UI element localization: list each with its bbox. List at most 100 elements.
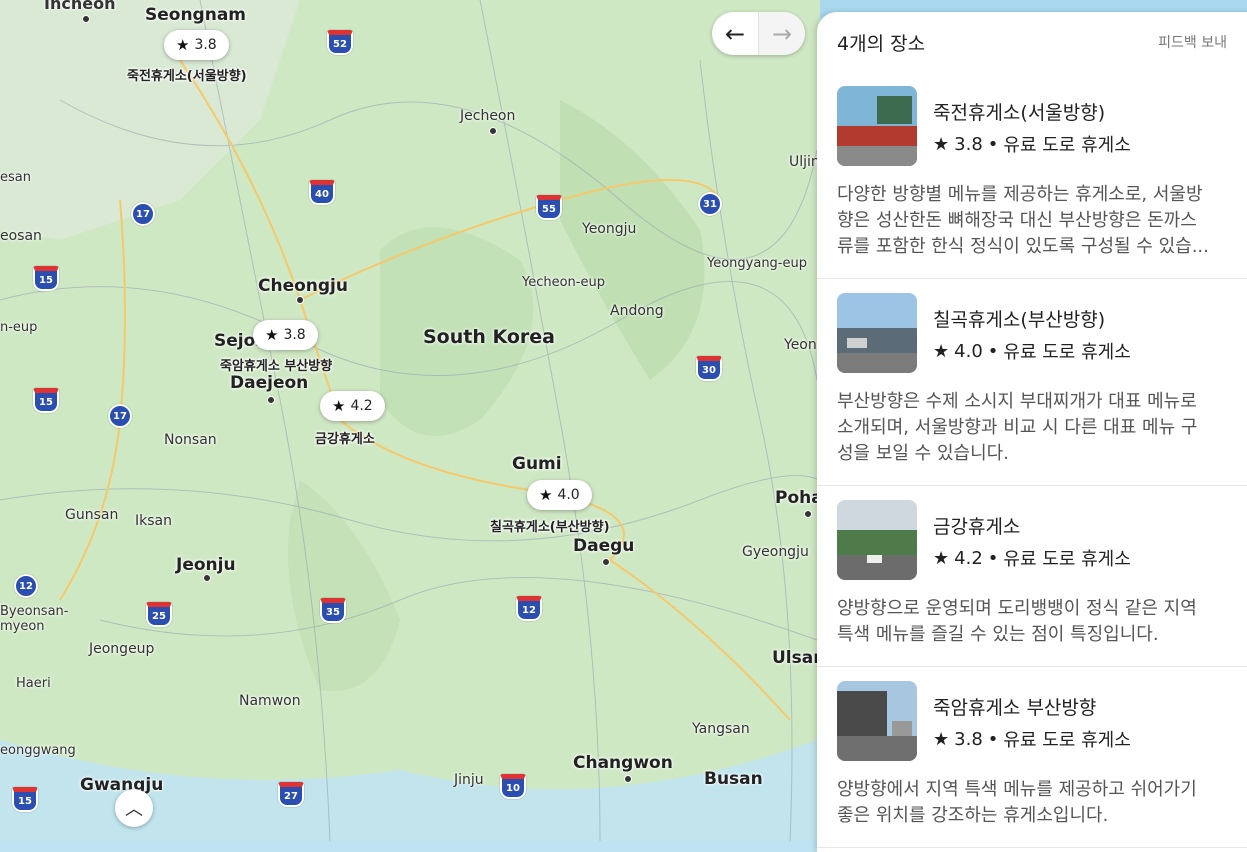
place-photo[interactable] [837, 681, 917, 761]
place-meta: ★ 3.8 • 유료 도로 휴게소 [933, 131, 1131, 157]
description-line: 부산방향은 수제 소시지 부대찌개가 대표 메뉴로 [837, 391, 1197, 412]
pin-label[interactable]: 금강휴게소 [315, 428, 375, 447]
place-meta: ★ 4.0 • 유료 도로 휴게소 [933, 338, 1131, 364]
separator: • [987, 340, 999, 362]
panel-header: 4개의 장소 피드백 보내 [817, 12, 1247, 72]
description-line: 다양한 방향별 메뉴를 제공하는 휴게소로, 서울방 [837, 184, 1203, 205]
map-navigation: ← → [712, 12, 805, 55]
city-label: Namwon [239, 693, 301, 709]
description-line: 양방향에서 지역 특색 메뉴를 제공하고 쉬어가기 [837, 779, 1197, 800]
city-label: Gumi [512, 454, 562, 474]
pin-rating: 3.8 [194, 37, 217, 53]
place-name[interactable]: 금강휴게소 [933, 512, 1131, 539]
place-category: 유료 도로 휴게소 [1003, 549, 1131, 570]
map-pin[interactable]: ★ 4.2 [320, 391, 385, 421]
star-icon: ★ [933, 547, 950, 569]
place-description: 양방향에서 지역 특색 메뉴를 제공하고 쉬어가기 좋은 위치를 강조하는 휴게… [837, 777, 1247, 829]
pin-rating: 3.8 [283, 327, 306, 343]
country-label: South Korea [423, 326, 556, 348]
city-label: Yecheon-eup [522, 275, 605, 290]
place-card[interactable]: 죽전휴게소(서울방향) ★ 3.8 • 유료 도로 휴게소 다양한 방향별 메뉴… [817, 72, 1247, 279]
city-label: Yangsan [692, 721, 750, 737]
place-photo[interactable] [837, 500, 917, 580]
pin-rating: 4.0 [557, 487, 580, 503]
place-photo[interactable] [837, 293, 917, 373]
place-category: 유료 도로 휴게소 [1003, 135, 1131, 156]
description-line: 소개되며, 서울방향과 비교 시 다른 대표 메뉴 구 [837, 417, 1198, 438]
description-line: 류를 포함한 한식 정식이 있도록 구성될 수 있습... [837, 236, 1209, 257]
separator: • [987, 728, 999, 750]
place-description: 양방향으로 운영되며 도리뱅뱅이 정식 같은 지역 특색 메뉴를 즐길 수 있는… [837, 596, 1247, 648]
map-pin[interactable]: ★ 4.0 [527, 480, 592, 510]
star-icon: ★ [265, 326, 279, 344]
place-card[interactable]: 칠곡휴게소(부산방향) ★ 4.0 • 유료 도로 휴게소 부산방향은 수제 소… [817, 279, 1247, 486]
star-icon: ★ [933, 728, 950, 750]
city-dot [804, 510, 812, 518]
place-name[interactable]: 죽전휴게소(서울방향) [933, 98, 1131, 125]
place-description: 다양한 방향별 메뉴를 제공하는 휴게소로, 서울방 향은 성산한돈 뼈해장국 … [837, 182, 1247, 260]
city-label: Uljin [789, 154, 820, 170]
city-label: Changwon [573, 753, 673, 773]
highway-shield: 40 [309, 180, 335, 205]
city-dot [602, 558, 610, 566]
pin-label[interactable]: 칠곡휴게소(부산방향) [490, 516, 610, 535]
highway-shield: 25 [146, 602, 172, 627]
place-card[interactable]: 죽암휴게소 부산방향 ★ 3.8 • 유료 도로 휴게소 양방향에서 지역 특색… [817, 667, 1247, 848]
city-label: Daejeon [230, 373, 309, 393]
highway-shield: 15 [12, 787, 38, 812]
city-dot [489, 127, 497, 135]
highway-shield: 15 [33, 388, 59, 413]
star-icon: ★ [176, 36, 190, 54]
city-label: Haeri [16, 676, 51, 691]
city-label: Byeonsan-myeon [0, 604, 69, 634]
city-label: Jecheon [460, 108, 516, 124]
separator: • [987, 547, 999, 569]
highway-shield: 17 [131, 202, 155, 226]
star-icon: ★ [933, 340, 950, 362]
place-description: 부산방향은 수제 소시지 부대찌개가 대표 메뉴로 소개되며, 서울방향과 비교… [837, 389, 1247, 467]
map-pin[interactable]: ★ 3.8 [164, 30, 229, 60]
city-label: Seongnam [145, 5, 247, 25]
highway-shield: 35 [320, 598, 346, 623]
arrow-right-icon[interactable]: → [758, 12, 805, 55]
city-label: Iksan [135, 513, 172, 529]
place-card[interactable]: 금강휴게소 ★ 4.2 • 유료 도로 휴게소 양방향으로 운영되며 도리뱅뱅이… [817, 486, 1247, 667]
star-icon: ★ [332, 397, 346, 415]
city-label: Yeon [784, 337, 817, 353]
city-label: esan [0, 170, 31, 185]
place-rating: 3.8 [954, 133, 983, 155]
feedback-link[interactable]: 피드백 보내 [1158, 32, 1227, 52]
highway-shield: 17 [108, 404, 132, 428]
city-label: Gyeongju [742, 544, 809, 560]
pin-label[interactable]: 죽전휴게소(서울방향) [127, 65, 247, 84]
arrow-left-icon[interactable]: ← [712, 12, 758, 55]
city-label: Gunsan [65, 507, 119, 523]
city-label: eosan [0, 228, 42, 244]
chevron-up-icon[interactable]: ︿ [115, 789, 153, 827]
highway-shield: 27 [278, 782, 304, 807]
place-meta: ★ 3.8 • 유료 도로 휴게소 [933, 726, 1131, 752]
map-pin[interactable]: ★ 3.8 [253, 320, 318, 350]
city-dot [203, 574, 211, 582]
place-rating: 3.8 [954, 728, 983, 750]
highway-shield: 12 [516, 596, 542, 621]
pin-rating: 4.2 [350, 398, 373, 414]
pin-label[interactable]: 죽암휴게소 부산방향 [220, 355, 332, 374]
star-icon: ★ [933, 133, 950, 155]
highway-shield: 52 [327, 30, 353, 55]
place-name[interactable]: 칠곡휴게소(부산방향) [933, 305, 1131, 332]
place-photo[interactable] [837, 86, 917, 166]
description-line: 좋은 위치를 강조하는 휴게소입니다. [837, 805, 1109, 826]
place-name[interactable]: 죽암휴게소 부산방향 [933, 693, 1131, 720]
places-panel: 4개의 장소 피드백 보내 죽전휴게소(서울방향) ★ 3.8 • 유료 도로 … [817, 12, 1247, 852]
highway-shield: 30 [696, 356, 722, 381]
place-rating: 4.0 [954, 340, 983, 362]
city-label: Yeongju [582, 221, 637, 237]
city-label: Nonsan [164, 432, 217, 448]
description-line: 특색 메뉴를 즐길 수 있는 점이 특징입니다. [837, 624, 1159, 645]
city-label: Busan [704, 769, 763, 789]
city-dot [624, 775, 632, 783]
city-label: n-eup [0, 320, 38, 335]
place-category: 유료 도로 휴게소 [1003, 730, 1131, 751]
city-dot [296, 296, 304, 304]
